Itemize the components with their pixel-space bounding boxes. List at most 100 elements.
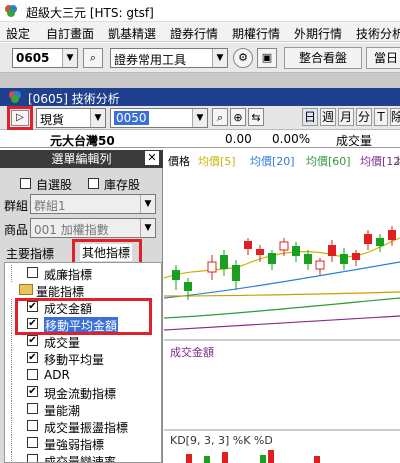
gear-icon[interactable]: ⚙ [233, 48, 253, 68]
code-value: 0050 [114, 111, 149, 125]
self-selected-label: 自選股 [36, 178, 73, 192]
tree-line [11, 418, 12, 435]
integrated-view-button[interactable]: 整合看盤 [284, 47, 362, 69]
quote-change-pct: 0.00% [272, 132, 311, 146]
product-label: 商品 [4, 223, 29, 237]
selector-title: 選單編輯列 [51, 152, 112, 166]
tree-item-checkbox[interactable] [27, 403, 38, 414]
period-tick[interactable]: T [374, 108, 388, 126]
market-combo[interactable]: 現貨 ▼ [36, 108, 106, 128]
tool-combo[interactable]: 證券常用工具 ▼ [110, 48, 228, 68]
today-button[interactable]: 當日 [366, 47, 400, 69]
code-combo[interactable]: 0050 ▼ [110, 108, 208, 128]
tree-line [11, 384, 12, 401]
main-toolbar: 0605 ▼ ⌕ 證券常用工具 ▼ ⚙ ▣ 整合看盤 當日 [0, 43, 400, 73]
app-title: 超級大三元 [HTS: gtsf] [26, 6, 154, 20]
chevron-down-icon[interactable]: ▼ [140, 195, 155, 213]
tree-item-label: ADR [44, 368, 70, 382]
period-week[interactable]: 週 [320, 108, 336, 126]
tree-item-label: 現金流動指標 [44, 387, 117, 401]
tree-line [11, 316, 12, 333]
tree-item-label: 移動平均量 [44, 353, 105, 367]
tree-item-checkbox[interactable] [27, 437, 38, 448]
chevron-down-icon[interactable]: ▼ [140, 219, 155, 237]
tree-item-checkbox[interactable] [27, 267, 38, 278]
candles [172, 226, 396, 300]
selector-panel-header: 選單編輯列 ✕ [0, 150, 163, 168]
chevron-down-icon[interactable]: ▼ [62, 49, 77, 67]
symbol-value: 0605 [16, 51, 50, 65]
tool-combo-value: 證券常用工具 [114, 53, 187, 67]
self-selected-checkbox[interactable] [20, 178, 31, 189]
quote-price: 0.00 [225, 132, 252, 146]
menu-custom-screen[interactable]: 自訂畫面 [46, 25, 94, 42]
menu-technical-analysis[interactable]: 技術分析 [356, 25, 400, 42]
market-value: 現貨 [40, 113, 65, 127]
inventory-checkbox[interactable] [88, 178, 99, 189]
tree-item-checkbox[interactable] [27, 420, 38, 431]
window-title: [0605] 技術分析 [28, 92, 120, 106]
quote-volume-label: 成交量 [336, 134, 373, 148]
chevron-down-icon[interactable]: ▼ [192, 109, 207, 127]
play-icon[interactable]: ▷ [11, 110, 29, 126]
app-logo-icon [9, 91, 21, 103]
search-icon[interactable]: ⌕ [83, 48, 103, 68]
indicator-tree: 威廉指標 量能指標 ✔ 成交金額 ✔ 移動平均金額 ✔ 成交量 ✔ 移動平均量 ADR ✔ 現金流動指標… [4, 262, 162, 463]
quote-row: 元大台灣50 0.00 0.00% 成交量 [0, 130, 400, 148]
tree-item-label: 成交量 [44, 336, 81, 350]
amount-label: 成交金額 [170, 346, 214, 359]
tree-line [11, 265, 12, 282]
tab-other-indicators[interactable]: 其他指標 [80, 244, 133, 261]
inventory-label: 庫存股 [104, 178, 141, 192]
search-icon[interactable]: ⌕ [212, 108, 228, 126]
product-combo[interactable]: 001 加權指數 ▼ [30, 218, 156, 238]
period-month[interactable]: 月 [338, 108, 354, 126]
period-minute[interactable]: 分 [356, 108, 372, 126]
close-icon[interactable]: ✕ [145, 151, 159, 165]
tree-item-checkbox[interactable] [27, 369, 38, 380]
analysis-toolbar: ▷ 現貨 ▼ 0050 ▼ ⌕ ⊕ ⇆ 日 週 月 分 T 除 [0, 106, 400, 130]
tree-item-label: 成交量變速率 [44, 455, 117, 463]
candlestick-chart [164, 226, 400, 463]
selected-items-highlight [15, 298, 152, 335]
workspace-strip [0, 73, 400, 88]
tree-item-label: 成交量振盪指標 [44, 421, 129, 435]
tree-line [11, 299, 12, 316]
group-value: 群組1 [34, 199, 66, 213]
tree-line [11, 367, 12, 384]
tab-main-indicators[interactable]: 主要指標 [6, 245, 54, 262]
kd-label: KD[9, 3, 3] %K %D [170, 434, 273, 447]
tree-item-label: 量強弱指標 [44, 438, 105, 452]
product-value: 001 加權指數 [34, 223, 109, 237]
menu-kgi-picks[interactable]: 凱基精選 [108, 25, 156, 42]
tree-item-checkbox[interactable] [27, 454, 38, 462]
tree-item-checkbox[interactable]: ✔ [27, 335, 38, 346]
chevron-down-icon[interactable]: ▼ [90, 109, 105, 127]
tree-item-checkbox[interactable]: ✔ [27, 386, 38, 397]
exclude-rights-button[interactable]: 除 [390, 108, 400, 126]
zoom-icon[interactable]: ⊕ [230, 108, 246, 126]
menu-settings[interactable]: 設定 [6, 25, 30, 42]
link-icon[interactable]: ⇆ [248, 108, 264, 126]
tree-item-label: 量能潮 [44, 404, 81, 418]
menu-futures-quotes[interactable]: 期權行情 [232, 25, 280, 42]
tree-line [11, 350, 12, 367]
menu-foreign-futures[interactable]: 外期行情 [294, 25, 342, 42]
chevron-down-icon[interactable]: ▼ [212, 49, 227, 67]
window-icon[interactable]: ▣ [257, 48, 277, 68]
period-day[interactable]: 日 [302, 108, 318, 126]
chart-area: 價格 均價[5] 均價[20] 均價[60] 均價[120] 均 [164, 150, 400, 463]
tree-line [11, 452, 12, 462]
tree-item-checkbox[interactable]: ✔ [27, 352, 38, 363]
title-bar: 超級大三元 [HTS: gtsf] [0, 0, 400, 22]
folder-icon[interactable] [19, 284, 33, 295]
symbol-combo[interactable]: 0605 ▼ [12, 48, 78, 68]
menu-securities-quotes[interactable]: 證券行情 [170, 25, 218, 42]
tree-item-label: 威廉指標 [44, 268, 93, 282]
stock-name: 元大台灣50 [50, 134, 115, 148]
group-label: 群組 [4, 199, 29, 213]
window-title-bar: [0605] 技術分析 [0, 88, 400, 106]
menu-bar: 設定 自訂畫面 凱基精選 證券行情 期權行情 外期行情 技術分析 [0, 22, 400, 42]
tree-line [11, 333, 12, 350]
group-combo[interactable]: 群組1 ▼ [30, 194, 156, 214]
